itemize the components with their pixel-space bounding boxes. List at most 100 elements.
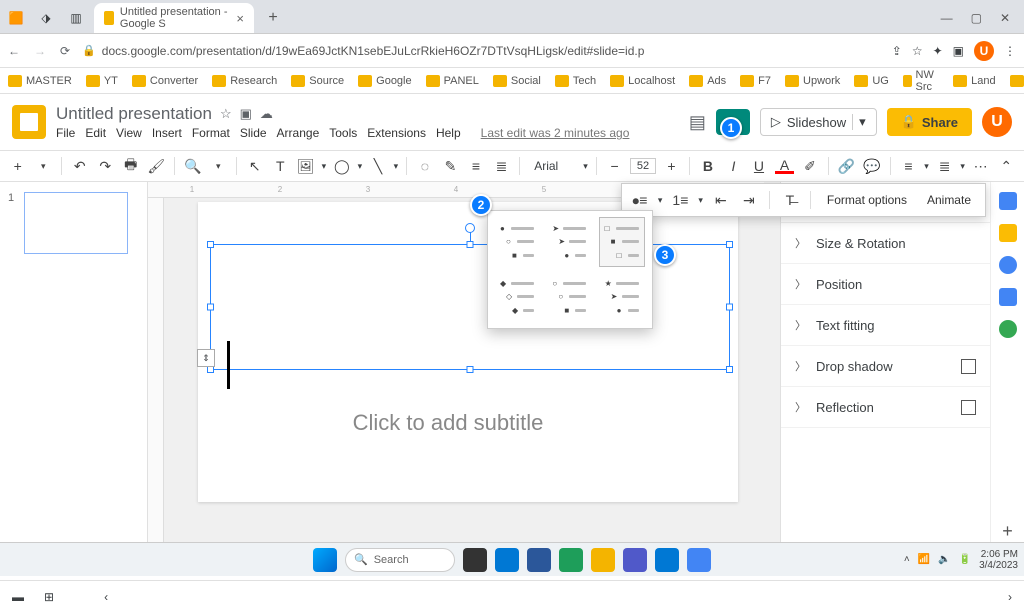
size-decrease-button[interactable]: −: [605, 156, 625, 176]
filmstrip-view-button[interactable]: ▬: [12, 590, 24, 604]
account-avatar[interactable]: U: [982, 107, 1012, 137]
line-spacing-button[interactable]: ≣: [935, 156, 955, 176]
resize-handle-n[interactable]: [467, 241, 474, 248]
section-size-rotation[interactable]: 〉Size & Rotation: [781, 223, 990, 264]
font-family-select[interactable]: Arial: [528, 157, 577, 175]
bookmark-social[interactable]: Social: [493, 75, 541, 87]
excel-icon[interactable]: [559, 548, 583, 572]
redo-button[interactable]: ↷: [96, 156, 116, 176]
profile-avatar[interactable]: U: [974, 41, 994, 61]
text-color-button[interactable]: A: [775, 158, 795, 174]
bookmark-converter[interactable]: Converter: [132, 75, 198, 87]
menu-tools[interactable]: Tools: [329, 126, 357, 140]
keep-icon[interactable]: [999, 224, 1017, 242]
paint-format-button[interactable]: 🖌: [147, 156, 167, 176]
chevron-down-icon[interactable]: ▾: [924, 161, 929, 172]
bookmark-nwsrc[interactable]: NW Src: [903, 69, 939, 93]
toolbar-collapse-button[interactable]: ⌃: [996, 156, 1016, 176]
bookmark-tech[interactable]: Tech: [555, 75, 596, 87]
word-icon[interactable]: [527, 548, 551, 572]
font-size-input[interactable]: 52: [630, 158, 655, 174]
edge-icon[interactable]: [495, 548, 519, 572]
panel-icon[interactable]: ▣: [953, 44, 964, 58]
store-icon[interactable]: [623, 548, 647, 572]
extensions-icon[interactable]: ✦: [933, 44, 943, 58]
bookmark-land[interactable]: Land: [953, 75, 995, 87]
taskbar-search[interactable]: 🔍Search: [345, 548, 455, 572]
bookmark-google[interactable]: Google: [358, 75, 411, 87]
tab-3[interactable]: ▥: [64, 6, 88, 30]
bookmark-upwork[interactable]: Upwork: [785, 75, 840, 87]
star-icon[interactable]: ☆: [220, 106, 232, 122]
resize-handle-s[interactable]: [467, 366, 474, 373]
border-dash-button[interactable]: ≣: [492, 156, 512, 176]
bullet-style-star[interactable]: ★ ➤ ●: [599, 272, 645, 322]
bullet-style-arrow[interactable]: ➤ ➤ ●: [546, 217, 592, 267]
footer-collapse-button[interactable]: ‹: [104, 590, 108, 604]
window-maximize-button[interactable]: ▢: [971, 11, 982, 25]
tray-expand-icon[interactable]: ˄: [904, 554, 910, 565]
resize-handle-w[interactable]: [207, 304, 214, 311]
chevron-down-icon[interactable]: ▾: [658, 195, 663, 206]
decrease-indent-button[interactable]: ⇤: [711, 190, 731, 210]
align-button[interactable]: ≡: [899, 156, 919, 176]
nav-reload-icon[interactable]: ⟳: [60, 44, 70, 58]
nav-back-icon[interactable]: ←: [8, 44, 20, 58]
chevron-down-icon[interactable]: ▾: [394, 161, 399, 172]
chevron-down-icon[interactable]: ▾: [34, 156, 54, 176]
print-button[interactable]: 🖶: [121, 156, 141, 176]
section-text-fitting[interactable]: 〉Text fitting: [781, 305, 990, 346]
fill-color-button[interactable]: ◌: [415, 156, 435, 176]
insert-link-button[interactable]: 🔗: [837, 156, 857, 176]
more-button[interactable]: ⋯: [971, 156, 991, 176]
wifi-icon[interactable]: 📶: [918, 554, 930, 565]
menu-insert[interactable]: Insert: [152, 126, 182, 140]
chrome-icon[interactable]: [687, 548, 711, 572]
menu-view[interactable]: View: [116, 126, 142, 140]
select-tool[interactable]: ↖: [245, 156, 265, 176]
tab-active-slides[interactable]: Untitled presentation - Google S ×: [94, 3, 254, 33]
volume-icon[interactable]: 🔈: [938, 554, 950, 565]
explorer-icon[interactable]: [591, 548, 615, 572]
resize-handle-ne[interactable]: [726, 241, 733, 248]
maps-icon[interactable]: [999, 320, 1017, 338]
last-edit-link[interactable]: Last edit was 2 minutes ago: [481, 126, 630, 140]
calendar-icon[interactable]: [999, 192, 1017, 210]
size-increase-button[interactable]: +: [662, 156, 682, 176]
increase-indent-button[interactable]: ⇥: [739, 190, 759, 210]
bookmark-localhost[interactable]: Localhost: [610, 75, 675, 87]
zoom-button[interactable]: 🔍: [183, 156, 203, 176]
menu-edit[interactable]: Edit: [85, 126, 106, 140]
text-box-tool[interactable]: T: [271, 156, 291, 176]
clear-formatting-button[interactable]: T̶: [780, 190, 800, 210]
contacts-icon[interactable]: [999, 288, 1017, 306]
menu-arrange[interactable]: Arrange: [277, 126, 320, 140]
move-icon[interactable]: ▣: [240, 106, 252, 122]
slideshow-button[interactable]: ▷ Slideshow ▾: [760, 108, 877, 136]
chevron-down-icon[interactable]: ▾: [358, 161, 363, 172]
tab-hubspot[interactable]: 🟧: [4, 6, 28, 30]
chevron-down-icon[interactable]: ▾: [322, 161, 327, 172]
resize-handle-sw[interactable]: [207, 366, 214, 373]
comments-icon[interactable]: ▤: [689, 112, 706, 133]
undo-button[interactable]: ↶: [70, 156, 90, 176]
bulleted-list-button[interactable]: ⦁≡: [630, 190, 650, 210]
bookmark-panel[interactable]: PANEL: [426, 75, 479, 87]
resize-handle-se[interactable]: [726, 366, 733, 373]
bullet-style-circle-nested[interactable]: ○ ○ ■: [546, 272, 592, 322]
image-tool[interactable]: 🖼: [296, 156, 316, 176]
italic-button[interactable]: I: [724, 156, 744, 176]
bookmark-yt[interactable]: YT: [86, 75, 118, 87]
shape-tool[interactable]: ◯: [332, 156, 352, 176]
add-sidepanel-button[interactable]: +: [1002, 521, 1013, 542]
menu-help[interactable]: Help: [436, 126, 461, 140]
bold-button[interactable]: B: [698, 156, 718, 176]
reflection-checkbox[interactable]: [961, 400, 976, 415]
url-bar[interactable]: 🔒 docs.google.com/presentation/d/19wEa69…: [82, 44, 880, 58]
menu-file[interactable]: File: [56, 126, 75, 140]
numbered-list-button[interactable]: 1≡: [670, 190, 690, 210]
clock[interactable]: 2:06 PM 3/4/2023: [979, 549, 1018, 571]
line-tool[interactable]: ╲: [368, 156, 388, 176]
bullet-style-hollow-square[interactable]: □ ■ □: [599, 217, 645, 267]
autofit-handle[interactable]: ⇕: [197, 349, 215, 367]
